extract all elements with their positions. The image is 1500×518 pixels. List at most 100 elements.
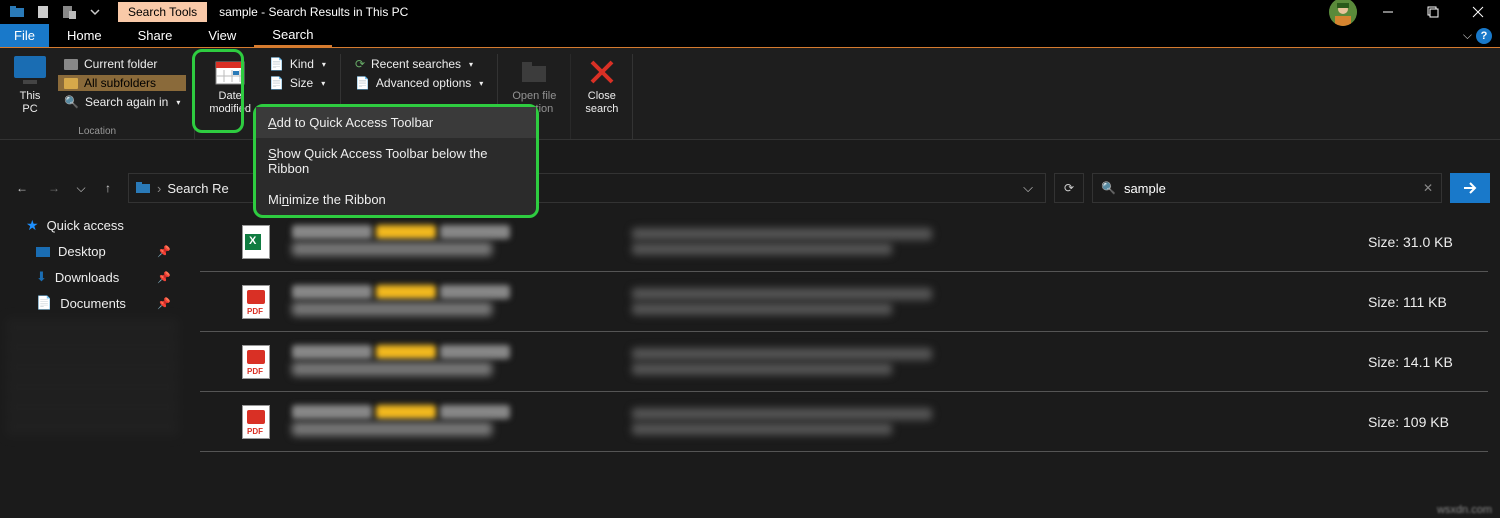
ribbon-all-subfolders-label: All subfolders — [84, 76, 156, 90]
ribbon-kind[interactable]: 📄Kind▾ — [263, 56, 332, 72]
ribbon-group-location: This PC Current folder All subfolders 🔍 S… — [0, 54, 195, 139]
result-row[interactable]: Size: 31.0 KB — [200, 212, 1488, 272]
menu-file[interactable]: File — [0, 24, 49, 47]
sidebar-documents[interactable]: 📄Documents📌 — [0, 290, 185, 316]
context-menu-minimize-ribbon[interactable]: Minimize the Ribbon — [256, 184, 536, 215]
download-icon: ⬇ — [36, 269, 47, 285]
ribbon-all-subfolders[interactable]: All subfolders — [58, 75, 186, 91]
document-icon: 📄 — [269, 76, 284, 90]
breadcrumb-dropdown-icon[interactable]: ⌵ — [1017, 180, 1039, 196]
document-icon: 📄 — [269, 57, 284, 71]
sidebar-downloads[interactable]: ⬇ Downloads 📌 — [0, 264, 185, 290]
ribbon-this-pc[interactable]: This PC — [8, 54, 52, 118]
result-row[interactable]: Size: 14.1 KB — [200, 332, 1488, 392]
ribbon-recent-searches-label: Recent searches — [371, 57, 461, 71]
search-icon: 🔍 — [64, 95, 79, 109]
sidebar-desktop[interactable]: Desktop📌 — [0, 239, 185, 264]
context-menu: Add to Quick Access Toolbar Show Quick A… — [253, 104, 539, 218]
ribbon-advanced-options[interactable]: 📄Advanced options▾ — [349, 75, 489, 91]
folder-icon — [64, 59, 78, 70]
qat-paste-icon[interactable] — [34, 3, 52, 21]
help-icon[interactable]: ? — [1476, 28, 1492, 44]
result-size: Size: 14.1 KB — [1368, 354, 1488, 370]
ribbon-search-again-in[interactable]: 🔍Search again in▾ — [58, 94, 186, 110]
ribbon-date-modified[interactable]: Date modified — [203, 54, 257, 118]
search-results-list: Size: 31.0 KB Size: 111 KB Size: 14.1 KB Si… — [200, 212, 1488, 498]
address-bar-row: ← → ⌵ ↑ › Search Re ⌵ ⟳ 🔍 ✕ — [0, 170, 1500, 206]
menu-home[interactable]: Home — [49, 24, 120, 47]
ribbon-close-search-label: Close search — [585, 90, 618, 116]
sidebar-downloads-label: Downloads — [55, 270, 119, 285]
watermark: wsxdn.com — [1437, 504, 1492, 516]
refresh-button[interactable]: ⟳ — [1054, 173, 1084, 203]
result-filename-blurred — [292, 285, 612, 319]
user-avatar-icon[interactable] — [1329, 0, 1357, 26]
history-icon: ⟳ — [355, 57, 365, 71]
window-controls — [1329, 0, 1500, 26]
result-row[interactable]: Size: 109 KB — [200, 392, 1488, 452]
result-filename-blurred — [292, 225, 612, 259]
ribbon-current-folder-label: Current folder — [84, 57, 157, 71]
nav-forward-button[interactable]: → — [42, 176, 66, 200]
pin-icon: 📌 — [157, 271, 171, 284]
pdf-icon — [240, 402, 272, 442]
clear-search-icon[interactable]: ✕ — [1423, 181, 1433, 195]
desktop-icon — [36, 247, 50, 257]
close-icon — [586, 56, 618, 88]
ribbon-kind-label: Kind — [290, 57, 314, 71]
menu-share[interactable]: Share — [120, 24, 191, 47]
menu-view[interactable]: View — [190, 24, 254, 47]
excel-icon — [240, 222, 272, 262]
pin-icon: 📌 — [157, 245, 171, 258]
result-path-blurred — [632, 225, 982, 258]
ribbon-advanced-options-label: Advanced options — [376, 76, 471, 90]
result-path-blurred — [632, 405, 982, 438]
close-button[interactable] — [1455, 0, 1500, 24]
qat-dropdown-icon[interactable] — [86, 3, 104, 21]
sidebar-quick-access[interactable]: ★Quick access — [0, 212, 185, 239]
document-icon: 📄 — [36, 295, 52, 311]
ribbon-collapse-chevron-icon[interactable]: ⌵ — [1463, 28, 1472, 43]
pdf-icon — [240, 342, 272, 382]
context-menu-show-qat-below[interactable]: Show Quick Access Toolbar below the Ribb… — [256, 138, 536, 184]
minimize-button[interactable] — [1365, 0, 1410, 24]
folder-icon — [64, 78, 78, 89]
result-size: Size: 111 KB — [1368, 294, 1488, 310]
nav-back-button[interactable]: ← — [10, 176, 34, 200]
result-filename-blurred — [292, 405, 612, 439]
pin-icon: 📌 — [157, 297, 171, 310]
ribbon-size[interactable]: 📄Size▾ — [263, 75, 332, 91]
window-title: sample - Search Results in This PC — [219, 5, 408, 19]
qat-folder-icon[interactable] — [8, 3, 26, 21]
result-size: Size: 31.0 KB — [1368, 234, 1488, 250]
search-input[interactable] — [1124, 181, 1415, 196]
context-menu-add-to-qat[interactable]: Add to Quick Access Toolbar — [256, 107, 536, 138]
ribbon-close-search[interactable]: Close search — [571, 54, 633, 139]
maximize-button[interactable] — [1410, 0, 1455, 24]
title-bar: Search Tools sample - Search Results in … — [0, 0, 1500, 24]
star-icon: ★ — [26, 217, 39, 234]
nav-up-button[interactable]: ↑ — [96, 176, 120, 200]
search-go-button[interactable] — [1450, 173, 1490, 203]
ribbon: This PC Current folder All subfolders 🔍 S… — [0, 48, 1500, 140]
result-row[interactable]: Size: 111 KB — [200, 272, 1488, 332]
document-icon: 📄 — [355, 76, 370, 90]
calendar-icon — [214, 56, 246, 88]
ribbon-group-location-label: Location — [78, 126, 116, 137]
ribbon-this-pc-label: This PC — [20, 90, 41, 116]
search-tools-tab-label: Search Tools — [118, 2, 207, 22]
ribbon-recent-searches[interactable]: ⟳Recent searches▾ — [349, 56, 489, 72]
result-size: Size: 109 KB — [1368, 414, 1488, 430]
ribbon-search-again-in-label: Search again in — [85, 95, 168, 109]
qat-properties-icon[interactable] — [60, 3, 78, 21]
result-path-blurred — [632, 345, 982, 378]
navigation-pane: ★Quick access Desktop📌 ⬇ Downloads 📌 📄Docu… — [0, 212, 185, 498]
menu-bar: File Home Share View Search ⌵ ? — [0, 24, 1500, 48]
folder-icon — [135, 180, 151, 197]
result-path-blurred — [632, 285, 982, 318]
sidebar-blurred-items — [0, 318, 185, 436]
nav-recent-dropdown[interactable]: ⌵ — [74, 176, 88, 200]
ribbon-current-folder[interactable]: Current folder — [58, 56, 186, 72]
menu-search[interactable]: Search — [254, 27, 331, 42]
search-box[interactable]: 🔍 ✕ — [1092, 173, 1442, 203]
